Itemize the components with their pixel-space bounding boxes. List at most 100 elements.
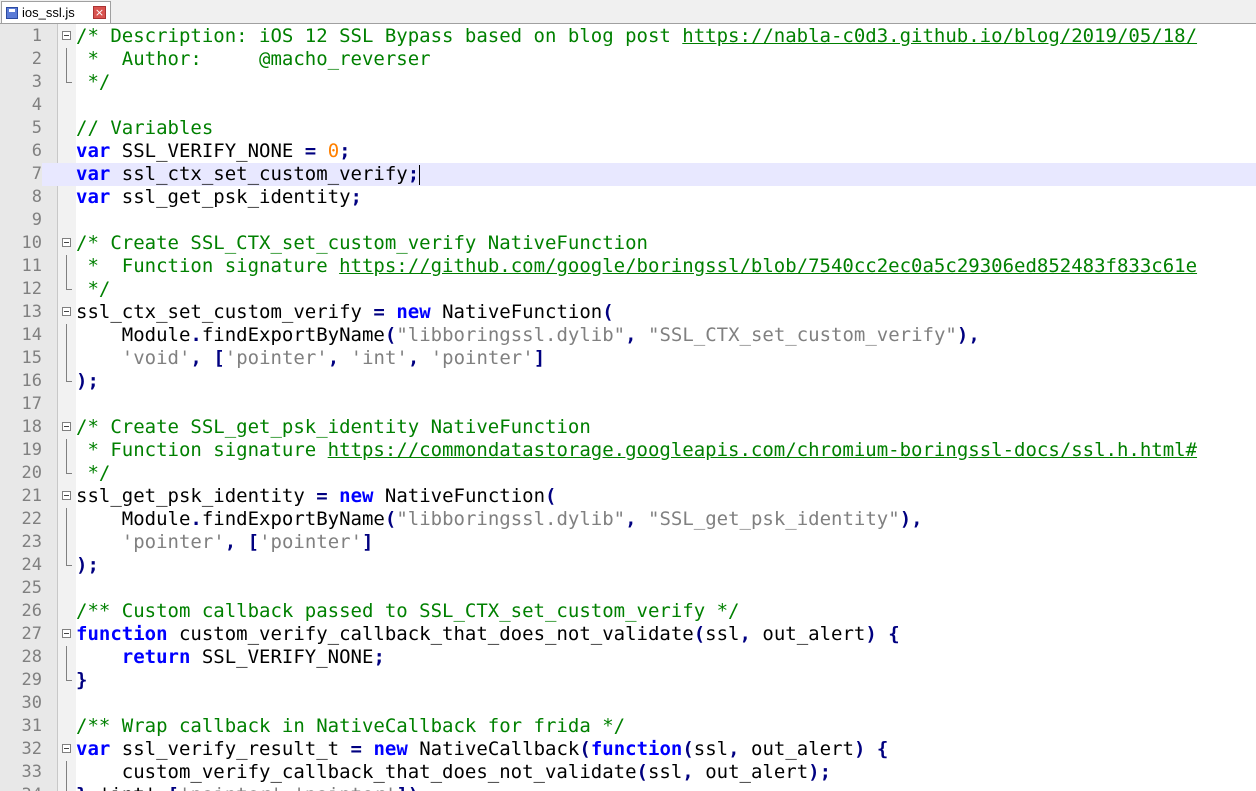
code-line[interactable]: 26 /** Custom callback passed to SSL_CTX_…	[0, 600, 1256, 623]
code-line[interactable]: 22 Module.findExportByName("libboringssl…	[0, 508, 1256, 531]
code-line[interactable]: 28 return SSL_VERIFY_NONE;	[0, 646, 1256, 669]
line-number: 34	[0, 784, 42, 791]
code-token: findExportByName	[201, 508, 385, 530]
code-token: SSL_VERIFY_NONE	[190, 646, 374, 668]
fold-toggle-icon[interactable]	[58, 232, 76, 255]
code-token: )	[865, 623, 877, 645]
code-line[interactable]: 14 Module.findExportByName("libboringssl…	[0, 324, 1256, 347]
code-line[interactable]: 9	[0, 209, 1256, 232]
code-token[interactable]: https://commondatastorage.googleapis.com…	[328, 439, 1197, 461]
fold-guide	[58, 71, 76, 94]
code-token: 'pointer'	[224, 347, 328, 369]
code-token: var	[76, 186, 111, 208]
code-line[interactable]: 4	[0, 94, 1256, 117]
code-token: NativeFunction	[373, 485, 546, 507]
code-token: var	[76, 163, 111, 185]
code-line[interactable]: 23 'pointer', ['pointer']	[0, 531, 1256, 554]
code-token: new	[373, 738, 408, 760]
code-text: var SSL_VERIFY_NONE = 0;	[76, 140, 351, 163]
code-line[interactable]: 17	[0, 393, 1256, 416]
code-line[interactable]: 30	[0, 692, 1256, 715]
code-token[interactable]: https://github.com/google/boringssl/blob…	[339, 255, 1197, 277]
line-number: 29	[21, 670, 42, 690]
code-token: ,	[625, 508, 637, 530]
code-token: 0	[327, 140, 340, 162]
code-text: custom_verify_callback_that_does_not_val…	[76, 761, 831, 784]
code-line[interactable]: 31 /** Wrap callback in NativeCallback fo…	[0, 715, 1256, 738]
code-text: var ssl_verify_result_t = new NativeCall…	[76, 738, 888, 761]
code-token: [	[168, 784, 179, 791]
code-text: */	[76, 278, 110, 301]
code-token: ssl	[693, 738, 729, 760]
fold-toggle-icon[interactable]	[58, 301, 76, 324]
code-text: /** Custom callback passed to SSL_CTX_se…	[76, 600, 739, 623]
code-line[interactable]: 18 /* Create SSL_get_psk_identity NativeF…	[0, 416, 1256, 439]
code-line[interactable]: 3 */	[0, 71, 1256, 94]
code-line[interactable]: 16);	[0, 370, 1256, 393]
code-line[interactable]: 2 * Author: @macho_reverser	[0, 48, 1256, 71]
code-line[interactable]: 8 var ssl_get_psk_identity;	[0, 186, 1256, 209]
line-number: 33	[21, 762, 42, 782]
fold-toggle-icon[interactable]	[58, 623, 76, 646]
code-editor[interactable]: 1 /* Description: iOS 12 SSL Bypass based…	[0, 24, 1256, 791]
fold-guide	[58, 646, 76, 669]
code-token: 'int'	[99, 784, 156, 791]
fold-toggle-icon[interactable]	[58, 485, 76, 508]
code-token: (	[384, 324, 397, 346]
tab-bar: ios_ssl.js ×	[0, 0, 1256, 24]
fold-toggle-icon[interactable]	[58, 25, 76, 48]
code-line[interactable]: 21 ssl_get_psk_identity = new NativeFunct…	[0, 485, 1256, 508]
code-line[interactable]: 12 */	[0, 278, 1256, 301]
code-token: "SSL_get_psk_identity"	[648, 508, 900, 530]
code-token: ssl_verify_result_t	[110, 738, 351, 760]
code-line[interactable]: 27 function custom_verify_callback_that_d…	[0, 623, 1256, 646]
line-number: 8	[31, 187, 42, 207]
code-token: 'void'	[121, 347, 191, 369]
code-line[interactable]: 29}	[0, 669, 1256, 692]
code-line[interactable]: 5 // Variables	[0, 117, 1256, 140]
code-token: (	[384, 508, 397, 530]
code-token: ,	[625, 324, 637, 346]
fold-guide	[58, 761, 76, 784]
line-number: 14	[21, 325, 42, 345]
code-token: ,	[728, 738, 740, 760]
line-number: 6	[31, 141, 42, 161]
close-icon[interactable]: ×	[93, 6, 106, 19]
code-line[interactable]: 13 ssl_ctx_set_custom_verify = new Native…	[0, 301, 1256, 324]
tab-ios-ssl-js[interactable]: ios_ssl.js ×	[1, 1, 111, 23]
code-line[interactable]: 1 /* Description: iOS 12 SSL Bypass based…	[0, 25, 1256, 48]
code-line[interactable]: 20 */	[0, 462, 1256, 485]
line-number: 4	[31, 95, 42, 115]
fold-guide	[58, 48, 76, 71]
code-text: var ssl_get_psk_identity;	[76, 186, 362, 209]
code-token: // Variables	[76, 117, 214, 139]
code-line[interactable]: 34},'int',['pointer','pointer']);	[0, 784, 1256, 791]
code-token: NativeFunction	[430, 301, 603, 323]
code-token: ,	[282, 784, 293, 791]
fold-toggle-icon[interactable]	[58, 738, 76, 761]
code-line[interactable]: 33 custom_verify_callback_that_does_not_…	[0, 761, 1256, 784]
fold-toggle-icon[interactable]	[58, 416, 76, 439]
code-line[interactable]: 32 var ssl_verify_result_t = new NativeCa…	[0, 738, 1256, 761]
code-text: */	[76, 71, 110, 94]
code-line[interactable]: 15 'void', ['pointer', 'int', 'pointer']	[0, 347, 1256, 370]
code-line[interactable]: 7 var ssl_ctx_set_custom_verify;	[0, 163, 1256, 186]
code-token: ,	[224, 531, 237, 553]
code-text: 'void', ['pointer', 'int', 'pointer']	[76, 347, 545, 370]
code-line[interactable]: 6 var SSL_VERIFY_NONE = 0;	[0, 140, 1256, 163]
code-line[interactable]: 24);	[0, 554, 1256, 577]
code-text: }	[76, 669, 87, 692]
code-line[interactable]: 10 /* Create SSL_CTX_set_custom_verify Na…	[0, 232, 1256, 255]
code-line[interactable]: 25	[0, 577, 1256, 600]
code-line[interactable]: 19 * Function signature https://commonda…	[0, 439, 1256, 462]
fold-guide	[58, 324, 76, 347]
code-token[interactable]: https://nabla-c0d3.github.io/blog/2019/0…	[682, 25, 1197, 47]
line-number: 20	[21, 463, 42, 483]
code-token: ,	[407, 347, 420, 369]
code-token: /** Custom callback passed to SSL_CTX_se…	[76, 600, 740, 622]
code-line[interactable]: 11 * Function signature https://github.c…	[0, 255, 1256, 278]
code-token: {	[876, 738, 889, 760]
